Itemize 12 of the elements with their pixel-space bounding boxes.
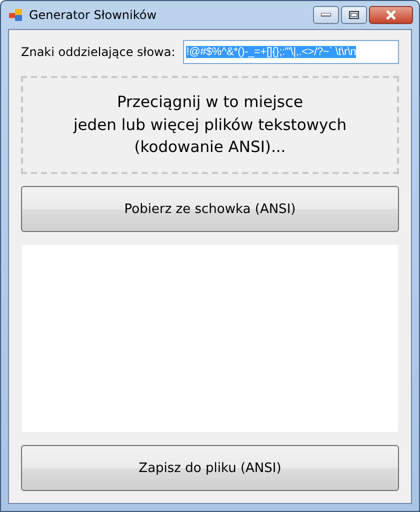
app-icon (9, 9, 23, 21)
clipboard-button[interactable]: Pobierz ze schowka (ANSI) (21, 186, 399, 232)
separators-label: Znaki oddzielające słowa: (21, 45, 176, 59)
maximize-icon (349, 11, 359, 19)
drop-zone[interactable]: Przeciągnij w to miejsce jeden lub więcej plików tekstowych (kodowanie ANSI)... (21, 76, 399, 174)
minimize-button[interactable] (313, 6, 339, 24)
close-button[interactable] (369, 6, 413, 24)
maximize-button[interactable] (341, 6, 367, 24)
close-icon (385, 10, 397, 20)
window-title: Generator Słowników (29, 8, 158, 22)
minimize-icon (321, 13, 331, 17)
save-button[interactable]: Zapisz do pliku (ANSI) (21, 445, 399, 491)
